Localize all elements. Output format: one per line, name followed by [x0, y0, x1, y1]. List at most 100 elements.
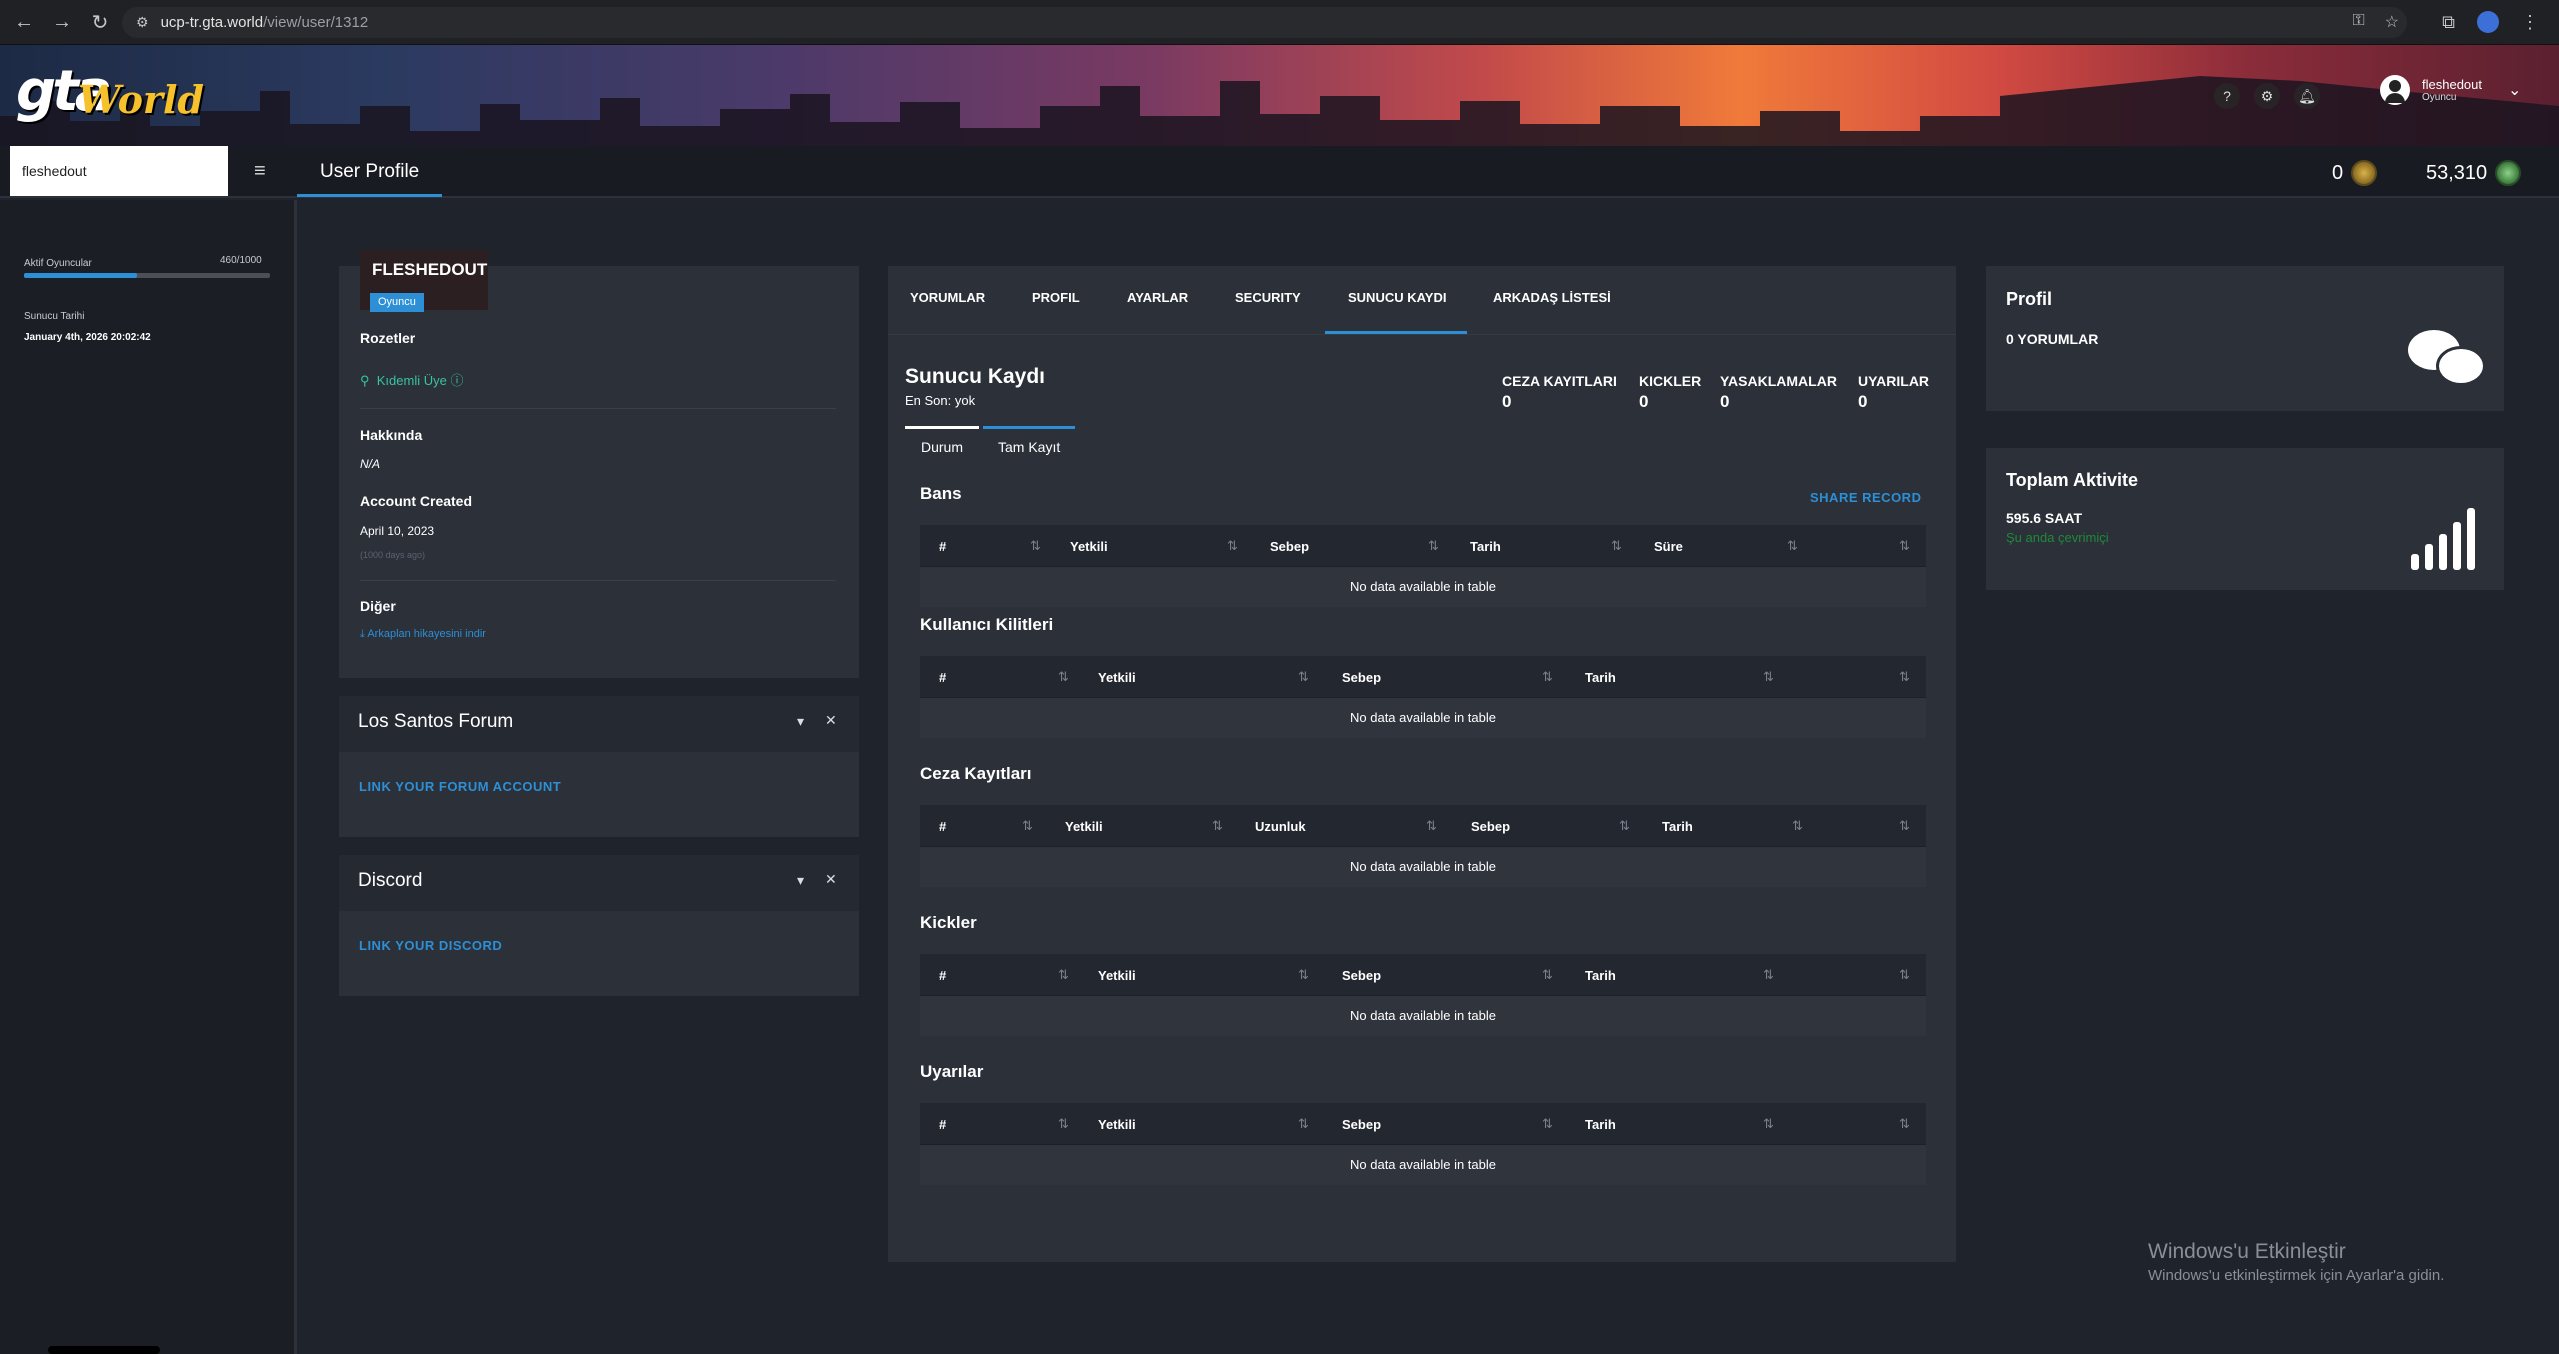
discord-widget-title: Discord	[358, 870, 423, 891]
tab-comments[interactable]: YORUMLAR	[910, 290, 985, 305]
collapse-icon[interactable]: ▾	[797, 872, 804, 889]
sort-icon[interactable]: ⇅	[1298, 967, 1309, 983]
extensions-icon[interactable]: ⧉	[2442, 12, 2455, 33]
close-icon[interactable]: ✕	[825, 871, 837, 888]
back-icon[interactable]: ←	[10, 8, 38, 36]
column-header[interactable]: Sebep	[1270, 539, 1309, 554]
sort-icon[interactable]: ⇅	[1426, 818, 1437, 834]
column-header[interactable]: Yetkili	[1065, 819, 1103, 834]
browser-profile-icon[interactable]	[2477, 11, 2499, 33]
tab-security[interactable]: SECURITY	[1235, 290, 1301, 305]
subtab-indicator	[983, 426, 1075, 429]
column-header[interactable]: #	[939, 539, 946, 554]
sort-icon[interactable]: ⇅	[1298, 669, 1309, 685]
bookmark-star-icon[interactable]: ☆	[2385, 12, 2399, 32]
column-header[interactable]: Tarih	[1662, 819, 1693, 834]
stat-penalty-value: 0	[1502, 392, 1512, 411]
sort-icon[interactable]: ⇅	[1611, 538, 1622, 554]
active-players-value: 460/1000	[220, 255, 262, 266]
sort-icon[interactable]: ⇅	[1792, 818, 1803, 834]
sort-icon[interactable]: ⇅	[1058, 967, 1069, 983]
about-title: Hakkında	[360, 427, 423, 443]
link-discord-button[interactable]: LINK YOUR DISCORD	[359, 938, 502, 953]
download-backstory-label: Arkaplan hikayesini indir	[367, 628, 486, 640]
tab-settings[interactable]: AYARLAR	[1127, 290, 1188, 305]
download-backstory-link[interactable]: ⤓ Arkaplan hikayesini indir	[360, 628, 486, 641]
column-header[interactable]: #	[939, 1117, 946, 1132]
gta-world-logo[interactable]: gta World	[16, 59, 204, 124]
user-search-input[interactable]: fleshedout	[10, 146, 228, 196]
settings-gear-icon[interactable]: ⚙	[2254, 83, 2280, 109]
column-header[interactable]: Sebep	[1342, 1117, 1381, 1132]
column-header[interactable]: #	[939, 819, 946, 834]
sidebar-bottom-bar	[48, 1346, 160, 1354]
column-header[interactable]: #	[939, 968, 946, 983]
column-header[interactable]: Tarih	[1585, 968, 1616, 983]
column-header[interactable]: Tarih	[1585, 670, 1616, 685]
column-header[interactable]: Uzunluk	[1255, 819, 1306, 834]
column-header[interactable]: Yetkili	[1070, 539, 1108, 554]
badge-senior-member[interactable]: ⚲ Kıdemli Üye ⓘ	[360, 370, 463, 389]
user-menu[interactable]: fleshedout Oyuncu ⌄	[2380, 75, 2521, 105]
sort-icon[interactable]: ⇅	[1787, 538, 1798, 554]
sort-icon[interactable]: ⇅	[1227, 538, 1238, 554]
tab-separator	[888, 334, 1956, 335]
sort-icon[interactable]: ⇅	[1899, 818, 1910, 834]
reload-icon[interactable]: ↻	[86, 8, 114, 36]
sort-icon[interactable]: ⇅	[1763, 1116, 1774, 1132]
sort-icon[interactable]: ⇅	[1428, 538, 1439, 554]
column-header[interactable]: Yetkili	[1098, 670, 1136, 685]
download-icon: ⤓	[360, 628, 365, 640]
sort-icon[interactable]: ⇅	[1030, 538, 1041, 554]
column-header[interactable]: Sebep	[1342, 670, 1381, 685]
info-circle-icon[interactable]: ⓘ	[450, 373, 463, 388]
sort-icon[interactable]: ⇅	[1899, 967, 1910, 983]
address-bar[interactable]: ⚙ ucp-tr.gta.world/view/user/1312	[122, 7, 2407, 38]
award-icon: ⚲	[360, 373, 370, 388]
column-header[interactable]: Yetkili	[1098, 968, 1136, 983]
sort-icon[interactable]: ⇅	[1542, 967, 1553, 983]
profile-summary-title: Profil	[2006, 289, 2053, 309]
sort-icon[interactable]: ⇅	[1542, 1116, 1553, 1132]
column-header[interactable]: Tarih	[1585, 1117, 1616, 1132]
browser-toolbar: ← → ↻ ⚙ ucp-tr.gta.world/view/user/1312 …	[0, 0, 2559, 45]
column-header[interactable]: Sebep	[1471, 819, 1510, 834]
sort-icon[interactable]: ⇅	[1899, 538, 1910, 554]
sort-icon[interactable]: ⇅	[1542, 669, 1553, 685]
hamburger-menu-icon[interactable]: ≡	[254, 160, 266, 183]
column-header[interactable]: Süre	[1654, 539, 1683, 554]
notification-bell-icon[interactable]: 🔔︎	[2294, 83, 2320, 109]
subtab-status[interactable]: Durum	[921, 439, 963, 455]
site-info-icon[interactable]: ⚙	[136, 14, 149, 31]
share-record-button[interactable]: SHARE RECORD	[1810, 490, 1921, 505]
sort-icon[interactable]: ⇅	[1899, 669, 1910, 685]
sort-icon[interactable]: ⇅	[1298, 1116, 1309, 1132]
browser-menu-icon[interactable]: ⋮	[2521, 12, 2539, 33]
sort-icon[interactable]: ⇅	[1763, 967, 1774, 983]
column-header[interactable]: Tarih	[1470, 539, 1501, 554]
tab-server-log[interactable]: SUNUCU KAYDI	[1348, 290, 1446, 305]
collapse-icon[interactable]: ▾	[797, 713, 804, 730]
subtab-full-log[interactable]: Tam Kayıt	[998, 439, 1060, 455]
link-forum-account-button[interactable]: LINK YOUR FORUM ACCOUNT	[359, 779, 561, 794]
help-icon[interactable]: ?	[2214, 83, 2240, 109]
column-header[interactable]: Yetkili	[1098, 1117, 1136, 1132]
warnings-title: Uyarılar	[920, 1062, 984, 1081]
close-icon[interactable]: ✕	[825, 712, 837, 729]
sort-icon[interactable]: ⇅	[1058, 1116, 1069, 1132]
sort-icon[interactable]: ⇅	[1022, 818, 1033, 834]
money-icon	[2495, 160, 2522, 186]
tab-profile[interactable]: PROFIL	[1032, 290, 1080, 305]
password-key-icon[interactable]: ⚿	[2352, 12, 2364, 32]
sort-icon[interactable]: ⇅	[1899, 1116, 1910, 1132]
tab-friends-list[interactable]: ARKADAŞ LİSTESİ	[1493, 290, 1611, 305]
forward-icon[interactable]: →	[48, 8, 76, 36]
sort-icon[interactable]: ⇅	[1763, 669, 1774, 685]
chevron-down-icon[interactable]: ⌄	[2508, 80, 2521, 100]
sort-icon[interactable]: ⇅	[1212, 818, 1223, 834]
sort-icon[interactable]: ⇅	[1619, 818, 1630, 834]
column-header[interactable]: #	[939, 670, 946, 685]
column-header[interactable]: Sebep	[1342, 968, 1381, 983]
stat-warnings-label: UYARILAR	[1858, 373, 1930, 389]
sort-icon[interactable]: ⇅	[1058, 669, 1069, 685]
